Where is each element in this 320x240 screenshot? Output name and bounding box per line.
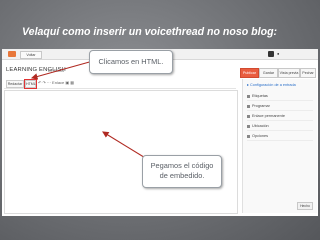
sidebar-item-options[interactable]: Opciones xyxy=(247,132,313,141)
post-settings-heading[interactable]: ▸ Configuración de a entrada xyxy=(247,82,296,87)
callout-paste-code-line1: Pegamos el código xyxy=(150,161,214,170)
blogger-editor-screenshot: Voltar ● LEARNING ENGLISH Entrada Public… xyxy=(2,49,318,216)
preview-button[interactable]: Vista previa xyxy=(278,68,300,78)
publish-button[interactable]: Publicar xyxy=(240,68,259,78)
save-button[interactable]: Gardar xyxy=(259,68,278,78)
apps-icon[interactable] xyxy=(268,51,274,57)
blogger-logo-icon xyxy=(8,51,16,57)
tab-html[interactable]: HTML xyxy=(24,79,37,89)
clock-icon xyxy=(247,104,250,108)
tab-compose[interactable]: Redactar xyxy=(6,80,24,88)
callout-paste-code: Pegamos el código de embedido. xyxy=(142,155,222,188)
location-icon xyxy=(247,124,250,128)
toolbar-icons[interactable]: ↶ ↷ ⋯ Enlace ▣ ▦ xyxy=(38,80,74,86)
sidebar-item-schedule[interactable]: Programar xyxy=(247,102,313,111)
done-button[interactable]: Hecho xyxy=(297,202,313,210)
close-button[interactable]: Pechar xyxy=(300,68,316,78)
callout-click-html: Clicamos en HTML. xyxy=(89,50,173,74)
back-button[interactable]: Voltar xyxy=(20,51,42,59)
link-icon xyxy=(247,114,250,118)
post-label: Entrada xyxy=(48,68,65,73)
sidebar-item-labels[interactable]: Etiquetas xyxy=(247,92,313,101)
sidebar-item-permalink[interactable]: Enlace permanente xyxy=(247,112,313,121)
editor-toolbar: Redactar HTML ↶ ↷ ⋯ Enlace ▣ ▦ xyxy=(4,79,236,89)
tag-icon xyxy=(247,94,250,98)
callout-paste-code-line2: de embedido. xyxy=(159,170,205,180)
html-editor-area[interactable] xyxy=(4,90,238,214)
slide-title: Velaquí como inserir un voicethread no n… xyxy=(22,26,278,38)
sidebar-item-location[interactable]: Ubicación xyxy=(247,122,313,131)
account-icon[interactable]: ● xyxy=(277,51,279,57)
post-settings-sidebar: ▸ Configuración de a entrada Etiquetas P… xyxy=(242,79,317,213)
gear-icon xyxy=(247,134,250,138)
